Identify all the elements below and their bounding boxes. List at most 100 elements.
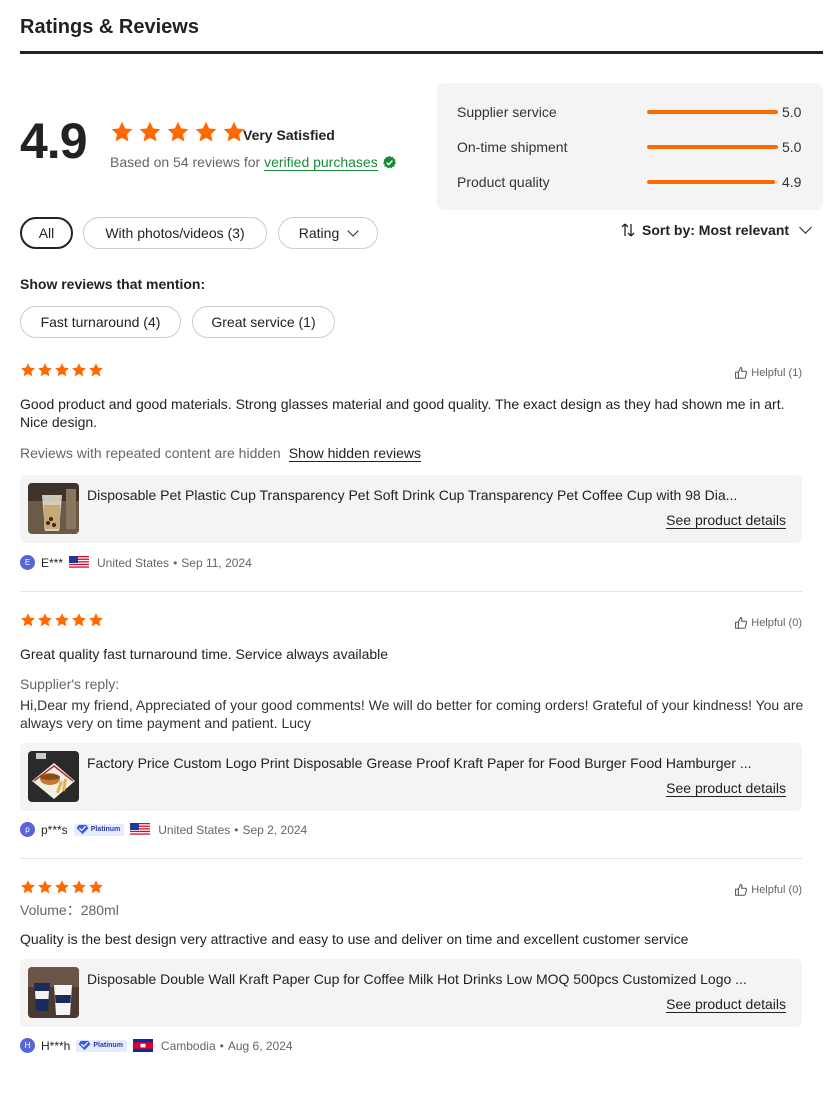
page-title: Ratings & Reviews <box>20 16 199 38</box>
metric-bar-fill <box>647 180 776 184</box>
review-stars <box>20 362 104 378</box>
helpful-label: Helpful (0) <box>751 884 802 896</box>
reviewer-info: H H***h Platinum Cambodia • Aug 6, 2024 <box>20 1038 293 1053</box>
product-card[interactable]: Disposable Double Wall Kraft Paper Cup f… <box>20 959 802 1027</box>
metric-label: On-time shipment <box>457 139 568 155</box>
metric-product-quality: Product quality 4.9 <box>457 172 807 192</box>
thumbs-up-icon <box>734 883 748 897</box>
helpful-label: Helpful (1) <box>751 367 802 379</box>
diamond-icon <box>78 1040 91 1051</box>
star-icon <box>20 362 36 378</box>
thumbs-up-icon <box>734 366 748 380</box>
filter-photos-chip[interactable]: With photos/videos (3) <box>83 217 267 249</box>
product-name-link[interactable]: Disposable Pet Plastic Cup Transparency … <box>87 487 787 503</box>
metric-bar-fill <box>647 145 778 149</box>
review-date: Aug 6, 2024 <box>227 1038 293 1053</box>
helpful-label: Helpful (0) <box>751 617 802 629</box>
mentions-title: Show reviews that mention: <box>20 276 206 292</box>
filter-all-chip[interactable]: All <box>20 217 73 249</box>
helpful-button[interactable]: Helpful (0) <box>734 616 802 630</box>
product-name-link[interactable]: Disposable Double Wall Kraft Paper Cup f… <box>87 971 787 987</box>
overall-score: 4.9 <box>20 113 88 169</box>
chevron-down-icon <box>347 224 359 237</box>
review-date: Sep 11, 2024 <box>181 555 252 570</box>
supplier-reply-text: Hi,Dear my friend, Appreciated of your g… <box>20 697 804 731</box>
mention-tag-great-service[interactable]: Great service (1) <box>192 306 335 338</box>
badge-label: Platinum <box>93 1042 123 1049</box>
review-date: Sep 2, 2024 <box>242 822 308 837</box>
reviewer-info: E E*** United States • Sep 11, 2024 <box>20 555 252 570</box>
star-icon <box>88 612 104 628</box>
reviewer-name: p***s <box>41 822 68 837</box>
review-text: Good product and good materials. Strong … <box>20 396 785 430</box>
star-icon <box>54 879 70 895</box>
avatar: E <box>20 555 35 570</box>
star-icon <box>71 612 87 628</box>
reviewer-country: United States <box>158 822 231 837</box>
star-icon <box>37 612 53 628</box>
badge-label: Platinum <box>90 826 121 833</box>
metric-label: Product quality <box>457 174 550 190</box>
star-icon <box>37 879 53 895</box>
avatar: p <box>20 822 35 837</box>
reviewer-country: Cambodia <box>160 1038 216 1053</box>
based-on-label: Based on 54 reviews for <box>110 154 261 170</box>
review-text: Quality is the best design very attracti… <box>20 931 689 947</box>
reviewer-country: United States <box>97 555 170 570</box>
verified-badge-icon <box>382 155 396 169</box>
reviewer-info: p p***s Platinum United States • Sep 2, 20… <box>20 822 307 837</box>
review-divider <box>20 591 802 592</box>
star-icon <box>20 879 36 895</box>
product-card[interactable]: Factory Price Custom Logo Print Disposab… <box>20 743 802 811</box>
chevron-down-icon <box>799 221 812 234</box>
see-product-details-link[interactable]: See product details <box>666 996 786 1013</box>
metric-value: 5.0 <box>782 104 802 120</box>
avatar: H <box>20 1038 35 1053</box>
separator-dot: • <box>219 1038 224 1053</box>
product-thumbnail-image <box>28 751 79 802</box>
overall-stars <box>110 120 246 144</box>
helpful-button[interactable]: Helpful (0) <box>734 883 802 897</box>
mention-tag-fast-turnaround[interactable]: Fast turnaround (4) <box>20 306 181 338</box>
based-on-text: Based on 54 reviews for verified purchas… <box>110 154 397 171</box>
filter-rating-dropdown[interactable]: Rating <box>278 217 378 249</box>
satisfaction-label: Very Satisfied <box>243 127 335 143</box>
variant-volume: Volume：280ml <box>20 902 119 918</box>
star-icon <box>71 362 87 378</box>
platinum-badge: Platinum <box>76 1039 127 1052</box>
metric-value: 5.0 <box>782 139 802 155</box>
metric-on-time-shipment: On-time shipment 5.0 <box>457 137 807 157</box>
star-icon <box>110 120 134 144</box>
product-card[interactable]: Disposable Pet Plastic Cup Transparency … <box>20 475 802 543</box>
see-product-details-link[interactable]: See product details <box>666 780 786 797</box>
supplier-reply-label: Supplier's reply: <box>20 676 120 692</box>
metric-bar <box>647 180 778 184</box>
star-icon <box>166 120 190 144</box>
metric-bar <box>647 110 778 114</box>
see-product-details-link[interactable]: See product details <box>666 512 786 529</box>
show-hidden-reviews-link[interactable]: Show hidden reviews <box>288 445 422 462</box>
star-icon <box>88 879 104 895</box>
metric-bar <box>647 145 778 149</box>
hidden-note-text: Reviews with repeated content are hidden <box>20 445 281 461</box>
star-icon <box>194 120 218 144</box>
us-flag-icon <box>130 823 150 836</box>
review-stars <box>20 879 104 895</box>
ratings-breakdown-panel: Supplier service 5.0 On-time shipment 5.… <box>437 83 823 210</box>
review-text: Great quality fast turnaround time. Serv… <box>20 646 389 662</box>
us-flag-icon <box>69 556 89 569</box>
title-divider <box>20 51 823 54</box>
verified-purchases-link[interactable]: verified purchases <box>264 154 378 171</box>
star-icon <box>20 612 36 628</box>
review-stars <box>20 612 104 628</box>
metric-supplier-service: Supplier service 5.0 <box>457 102 807 122</box>
helpful-button[interactable]: Helpful (1) <box>734 366 802 380</box>
product-name-link[interactable]: Factory Price Custom Logo Print Disposab… <box>87 755 787 771</box>
platinum-badge: Platinum <box>73 823 125 836</box>
star-icon <box>37 362 53 378</box>
star-icon <box>54 612 70 628</box>
separator-dot: • <box>234 822 239 837</box>
star-icon <box>54 362 70 378</box>
sort-dropdown[interactable]: Sort by: Most relevant <box>620 221 812 238</box>
separator-dot: • <box>173 555 178 570</box>
